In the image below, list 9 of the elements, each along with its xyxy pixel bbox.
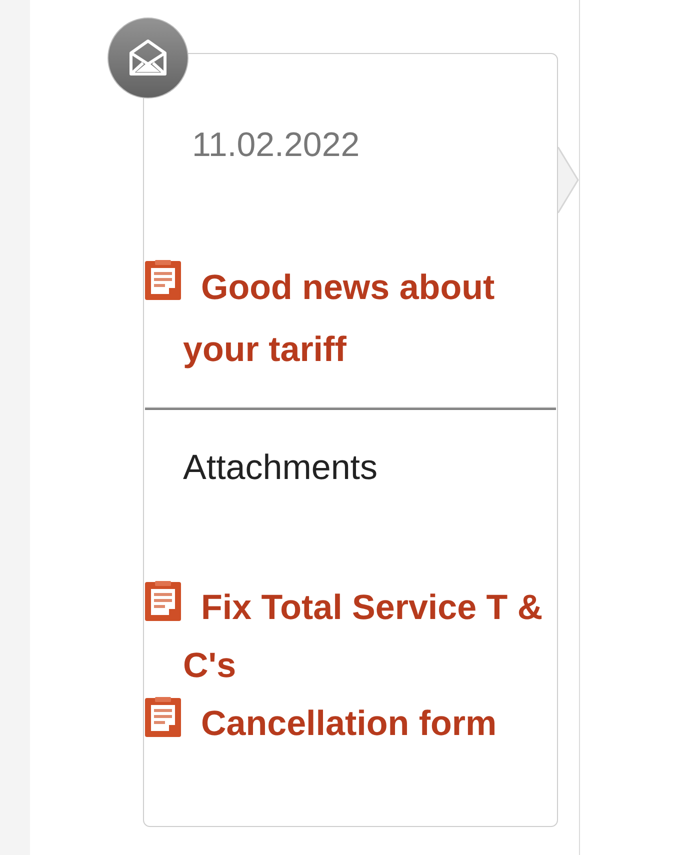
attachments-heading: Attachments <box>183 447 378 489</box>
envelope-icon <box>107 17 189 99</box>
message-date: 11.02.2022 <box>192 125 360 165</box>
document-icon <box>145 697 181 737</box>
attachment-link[interactable]: Fix Total Service T & C's <box>183 579 557 695</box>
attachment-link[interactable]: Cancellation form <box>183 695 557 753</box>
document-icon <box>145 581 181 621</box>
document-link[interactable]: Good news about your tariff <box>183 257 557 381</box>
document-icon <box>145 260 181 300</box>
